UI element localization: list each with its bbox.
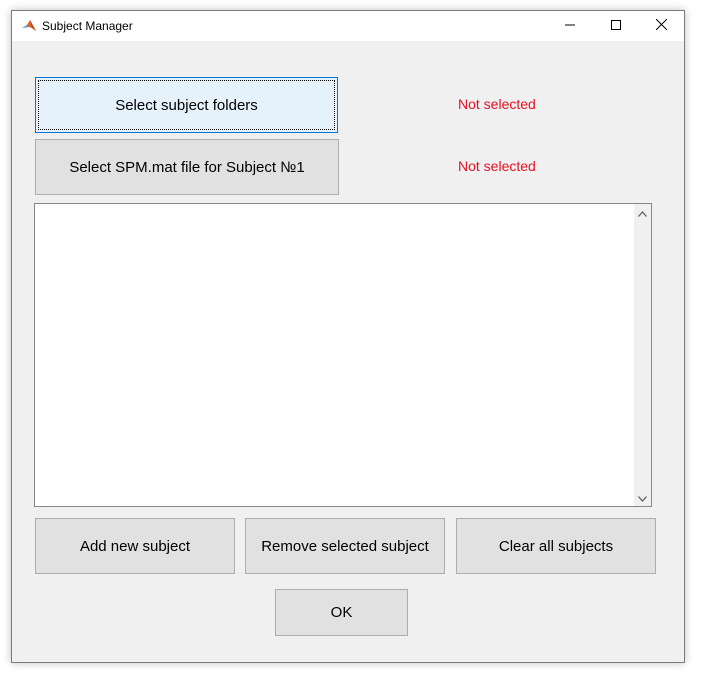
scroll-down-button[interactable] xyxy=(634,489,651,506)
chevron-up-icon xyxy=(638,204,647,222)
subject-manager-window: Subject Manager Select subject folders N… xyxy=(11,10,685,663)
select-spm-file-button[interactable]: Select SPM.mat file for Subject №1 xyxy=(35,139,339,195)
minimize-icon xyxy=(565,17,575,35)
maximize-icon xyxy=(611,17,621,35)
maximize-button[interactable] xyxy=(593,11,639,41)
clear-all-subjects-button[interactable]: Clear all subjects xyxy=(456,518,656,574)
window-title: Subject Manager xyxy=(42,19,133,33)
window-content: Select subject folders Not selected Sele… xyxy=(12,41,684,662)
ok-button[interactable]: OK xyxy=(275,589,408,636)
remove-selected-subject-button[interactable]: Remove selected subject xyxy=(245,518,445,574)
listbox-scrollbar[interactable] xyxy=(634,204,651,506)
spm-status-label: Not selected xyxy=(458,158,536,174)
title-bar[interactable]: Subject Manager xyxy=(12,11,684,41)
add-new-subject-button[interactable]: Add new subject xyxy=(35,518,235,574)
matlab-icon xyxy=(21,18,37,34)
select-subject-folders-button[interactable]: Select subject folders xyxy=(35,77,338,133)
chevron-down-icon xyxy=(638,489,647,507)
close-icon xyxy=(655,17,667,35)
minimize-button[interactable] xyxy=(547,11,593,41)
scroll-up-button[interactable] xyxy=(634,204,651,221)
subject-listbox[interactable] xyxy=(34,203,652,507)
folders-status-label: Not selected xyxy=(458,96,536,112)
close-button[interactable] xyxy=(638,11,684,41)
